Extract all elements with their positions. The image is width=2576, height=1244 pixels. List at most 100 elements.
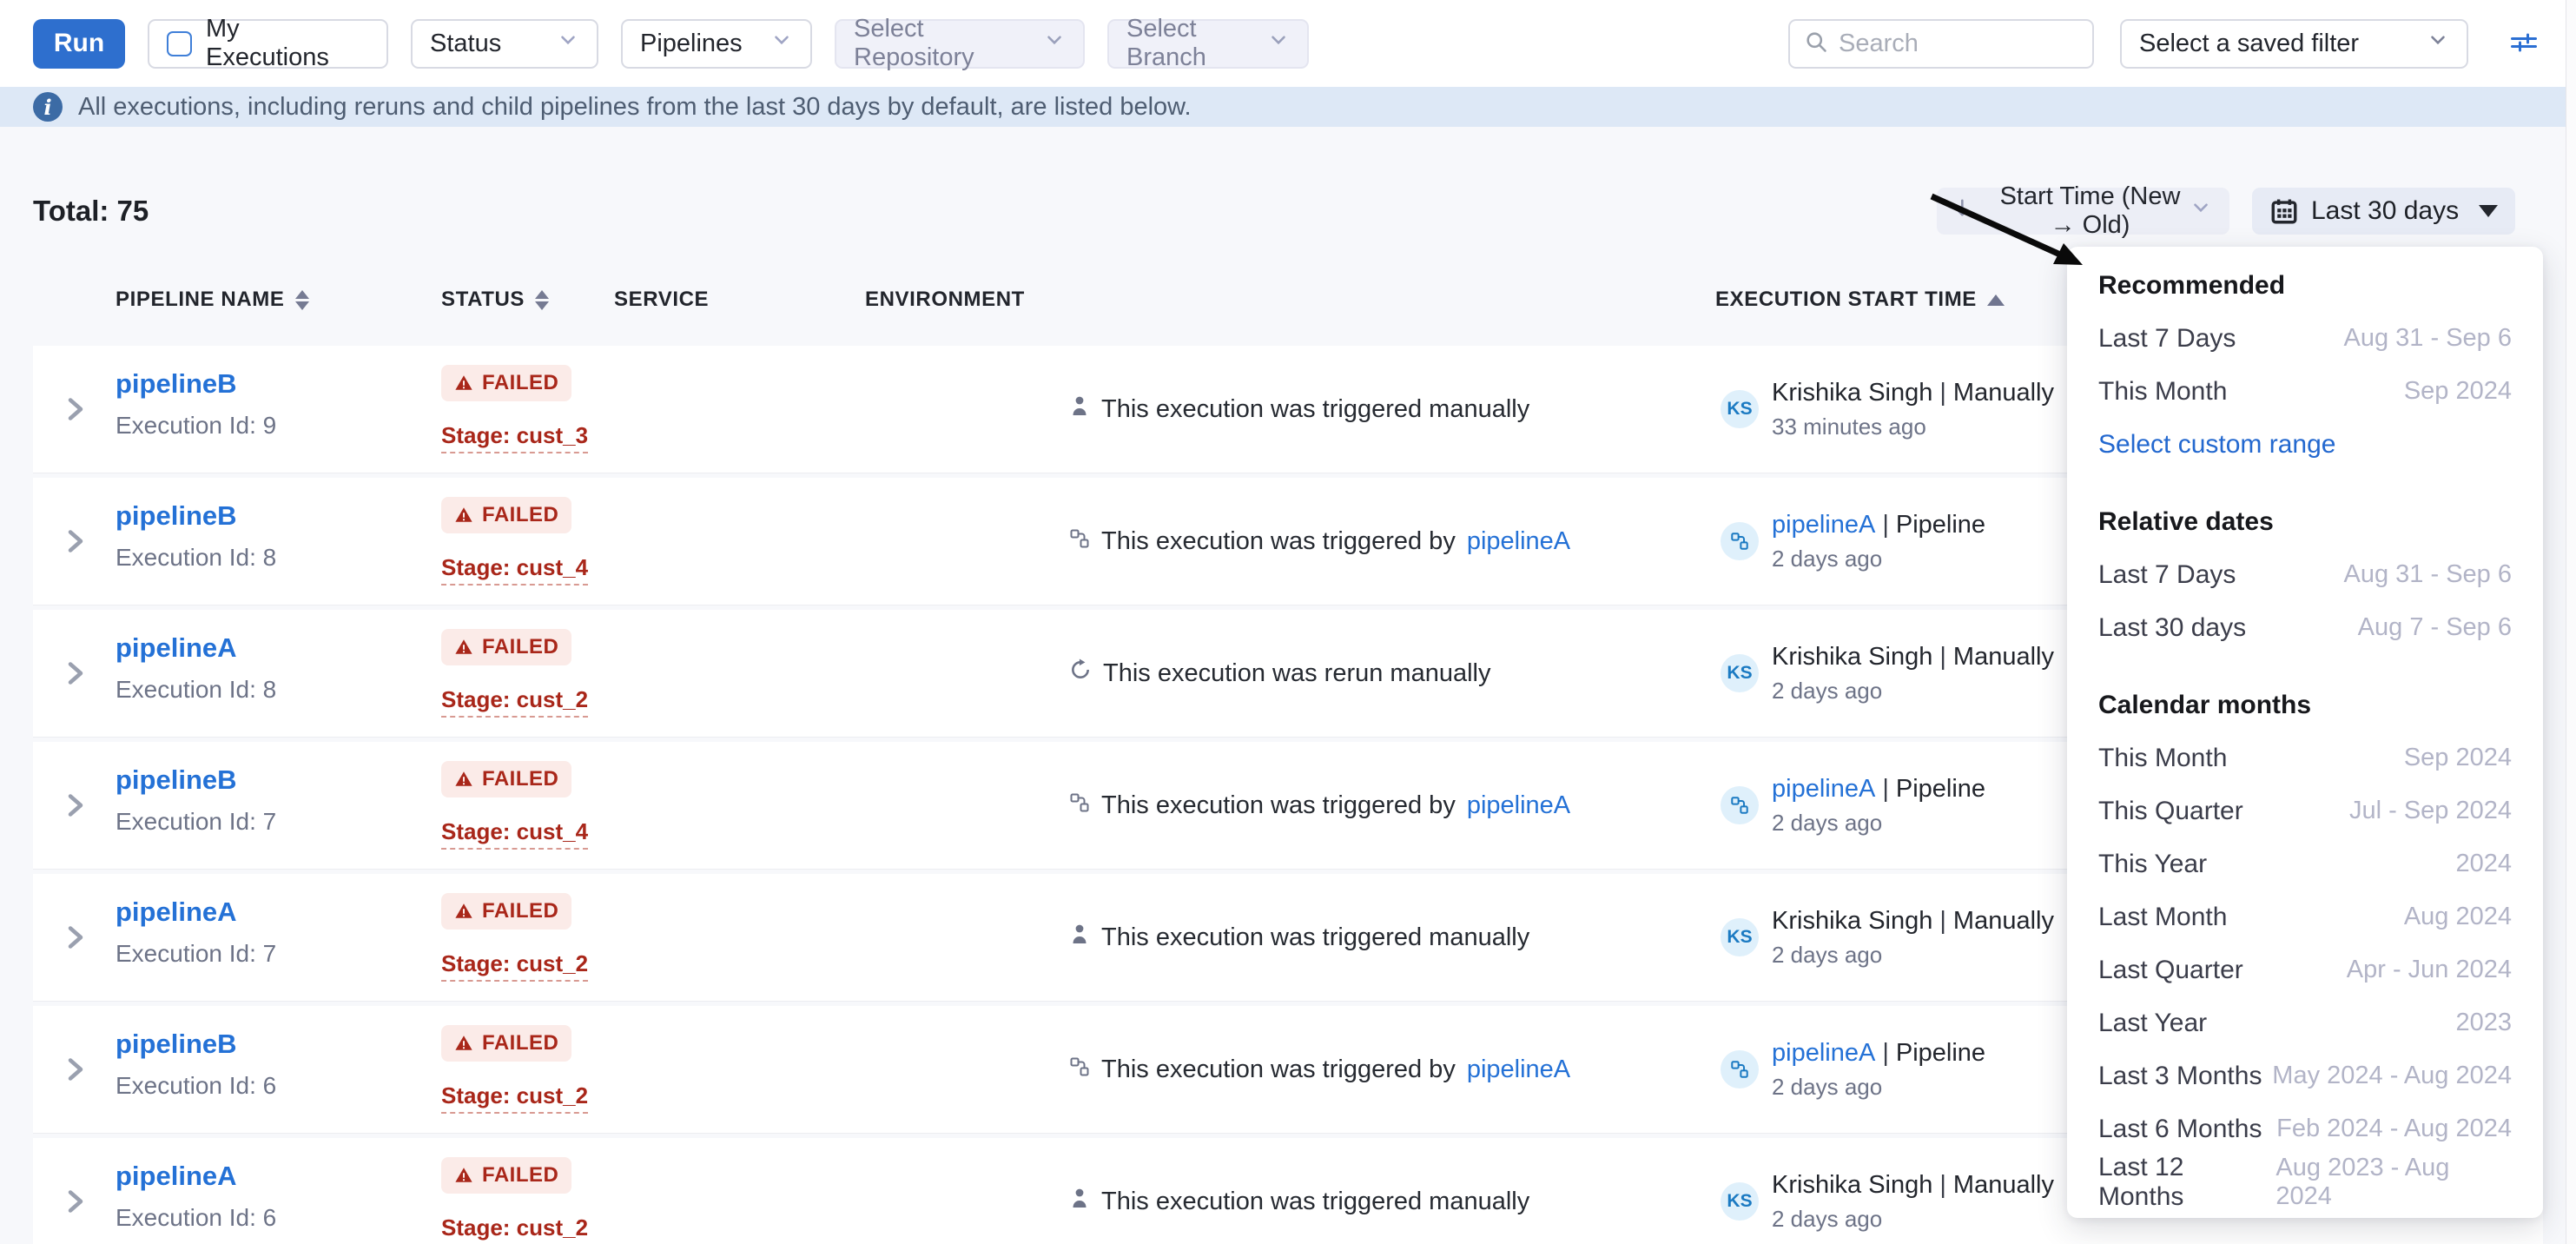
- filter-settings-button[interactable]: [2505, 24, 2543, 63]
- starter-line: pipelineA|Pipeline: [1772, 511, 1985, 539]
- pipeline-name-link[interactable]: pipelineB: [116, 1029, 237, 1060]
- starter-pipeline-link[interactable]: pipelineA: [1772, 511, 1875, 539]
- menu-item-label: This Month: [2098, 744, 2227, 773]
- chevron-down-icon: [770, 29, 793, 58]
- menu-item[interactable]: Last 30 days Aug 7 - Sep 6: [2067, 601, 2543, 654]
- menu-item[interactable]: Last Quarter Apr - Jun 2024: [2067, 943, 2543, 996]
- menu-item[interactable]: Last 7 Days Aug 31 - Sep 6: [2067, 312, 2543, 365]
- time-ago: 2 days ago: [1772, 546, 1985, 572]
- trigger-text: This execution was triggered manually: [1101, 1188, 1529, 1216]
- avatar-initials: KS: [1727, 927, 1752, 948]
- trigger-cell: This execution was triggered by pipeline…: [1069, 1006, 1570, 1133]
- saved-filter-label: Select a saved filter: [2139, 30, 2359, 58]
- menu-item[interactable]: Last 6 Months Feb 2024 - Aug 2024: [2067, 1102, 2543, 1155]
- header-execution-start-time-label: EXECUTION START TIME: [1715, 288, 1977, 312]
- sort-asc-icon: [1987, 294, 2005, 306]
- pipeline-name-link[interactable]: pipelineB: [116, 764, 237, 796]
- expand-chevron-icon[interactable]: [64, 528, 87, 559]
- trigger-text: This execution was triggered by: [1101, 1055, 1456, 1084]
- select-branch-dropdown[interactable]: Select Branch: [1107, 19, 1309, 69]
- starter-name: Krishika Singh: [1772, 643, 1932, 671]
- scrollbar-gutter[interactable]: [2566, 0, 2576, 1244]
- pipeline-name-link[interactable]: pipelineB: [116, 368, 237, 400]
- search-box[interactable]: [1788, 19, 2094, 69]
- separator: |: [1939, 379, 1946, 407]
- run-button[interactable]: Run: [33, 19, 125, 69]
- saved-filter-dropdown[interactable]: Select a saved filter: [2120, 19, 2468, 69]
- search-input[interactable]: [1839, 30, 2078, 58]
- warning-icon: [454, 374, 473, 393]
- expand-chevron-icon[interactable]: [64, 1188, 87, 1219]
- sort-dropdown[interactable]: Start Time (New → Old): [1937, 188, 2229, 235]
- separator: |: [1882, 775, 1889, 803]
- trigger-pipeline-link[interactable]: pipelineA: [1467, 527, 1570, 556]
- menu-item-label: This Month: [2098, 377, 2227, 407]
- status-badge: FAILED: [441, 1025, 571, 1062]
- start-time-cell: pipelineA|Pipeline 2 days ago: [1721, 742, 1985, 869]
- expand-chevron-icon[interactable]: [64, 396, 87, 427]
- my-executions-filter[interactable]: My Executions: [148, 19, 388, 69]
- failed-stage-link[interactable]: Stage: cust_3: [441, 422, 588, 453]
- pipeline-name-link[interactable]: pipelineB: [116, 500, 237, 532]
- failed-stage-link[interactable]: Stage: cust_2: [441, 950, 588, 982]
- starter-name: Krishika Singh: [1772, 1171, 1932, 1199]
- pipelines-dropdown[interactable]: Pipelines: [621, 19, 812, 69]
- status-dropdown[interactable]: Status: [411, 19, 598, 69]
- menu-item-value: 2024: [2455, 850, 2512, 878]
- failed-stage-link[interactable]: Stage: cust_2: [441, 686, 588, 718]
- starter-pipeline-link[interactable]: pipelineA: [1772, 1039, 1875, 1067]
- menu-item[interactable]: This Year 2024: [2067, 837, 2543, 890]
- starter-mode: Pipeline: [1896, 775, 1985, 803]
- failed-stage-link[interactable]: Stage: cust_4: [441, 818, 588, 850]
- execution-id: Execution Id: 8: [116, 544, 276, 572]
- pipeline-avatar: [1721, 522, 1759, 560]
- pipeline-name-link[interactable]: pipelineA: [116, 1161, 237, 1192]
- info-banner-text: All executions, including reruns and chi…: [78, 93, 1192, 122]
- expand-chevron-icon[interactable]: [64, 660, 87, 691]
- menu-section-header: Calendar months: [2067, 678, 2543, 731]
- status-badge-label: FAILED: [482, 635, 558, 659]
- starter-pipeline-link[interactable]: pipelineA: [1772, 775, 1875, 803]
- failed-stage-link[interactable]: Stage: cust_2: [441, 1214, 588, 1244]
- info-banner: i All executions, including reruns and c…: [0, 87, 2576, 127]
- menu-item[interactable]: This Quarter Jul - Sep 2024: [2067, 784, 2543, 837]
- failed-stage-link[interactable]: Stage: cust_4: [441, 554, 588, 586]
- header-execution-start-time[interactable]: EXECUTION START TIME: [1715, 288, 2005, 312]
- date-range-button[interactable]: Last 30 days: [2252, 188, 2515, 235]
- avatar-initials: KS: [1727, 399, 1752, 420]
- menu-item[interactable]: This Month Sep 2024: [2067, 365, 2543, 418]
- menu-item[interactable]: Last 12 Months Aug 2023 - Aug 2024: [2067, 1155, 2543, 1208]
- pipeline-icon: [1069, 791, 1090, 820]
- header-pipeline-name[interactable]: PIPELINE NAME: [116, 288, 309, 312]
- separator: |: [1882, 511, 1889, 539]
- header-status[interactable]: STATUS: [441, 288, 549, 312]
- pipeline-name-link[interactable]: pipelineA: [116, 897, 237, 928]
- starter-mode: Manually: [1953, 1171, 2054, 1199]
- menu-section-header: Recommended: [2067, 259, 2543, 312]
- starter-name: Krishika Singh: [1772, 907, 1932, 935]
- start-time-cell: pipelineA|Pipeline 2 days ago: [1721, 1006, 1985, 1133]
- menu-item[interactable]: Select custom range: [2067, 418, 2543, 471]
- toolbar: Run My Executions Status Pipelines Selec…: [0, 0, 2576, 87]
- trigger-pipeline-link[interactable]: pipelineA: [1467, 1055, 1570, 1084]
- menu-item[interactable]: Last Year 2023: [2067, 996, 2543, 1049]
- menu-item[interactable]: This Month Sep 2024: [2067, 731, 2543, 784]
- menu-item[interactable]: Last 7 Days Aug 31 - Sep 6: [2067, 548, 2543, 601]
- my-executions-checkbox[interactable]: [167, 31, 192, 56]
- expand-chevron-icon[interactable]: [64, 1056, 87, 1087]
- expand-chevron-icon[interactable]: [64, 792, 87, 823]
- header-environment-label: ENVIRONMENT: [865, 288, 1025, 312]
- menu-item[interactable]: Last Month Aug 2024: [2067, 890, 2543, 943]
- status-badge-label: FAILED: [482, 1163, 558, 1188]
- header-service: SERVICE: [614, 288, 709, 312]
- user-icon: [1069, 394, 1090, 424]
- start-time-cell: pipelineA|Pipeline 2 days ago: [1721, 478, 1985, 605]
- expand-chevron-icon[interactable]: [64, 924, 87, 955]
- starter-line: Krishika Singh|Manually: [1772, 1171, 2054, 1200]
- trigger-pipeline-link[interactable]: pipelineA: [1467, 791, 1570, 820]
- failed-stage-link[interactable]: Stage: cust_2: [441, 1082, 588, 1114]
- starter-mode: Pipeline: [1896, 1039, 1985, 1067]
- select-repository-dropdown[interactable]: Select Repository: [835, 19, 1085, 69]
- menu-item[interactable]: Last 3 Months May 2024 - Aug 2024: [2067, 1049, 2543, 1102]
- pipeline-name-link[interactable]: pipelineA: [116, 632, 237, 664]
